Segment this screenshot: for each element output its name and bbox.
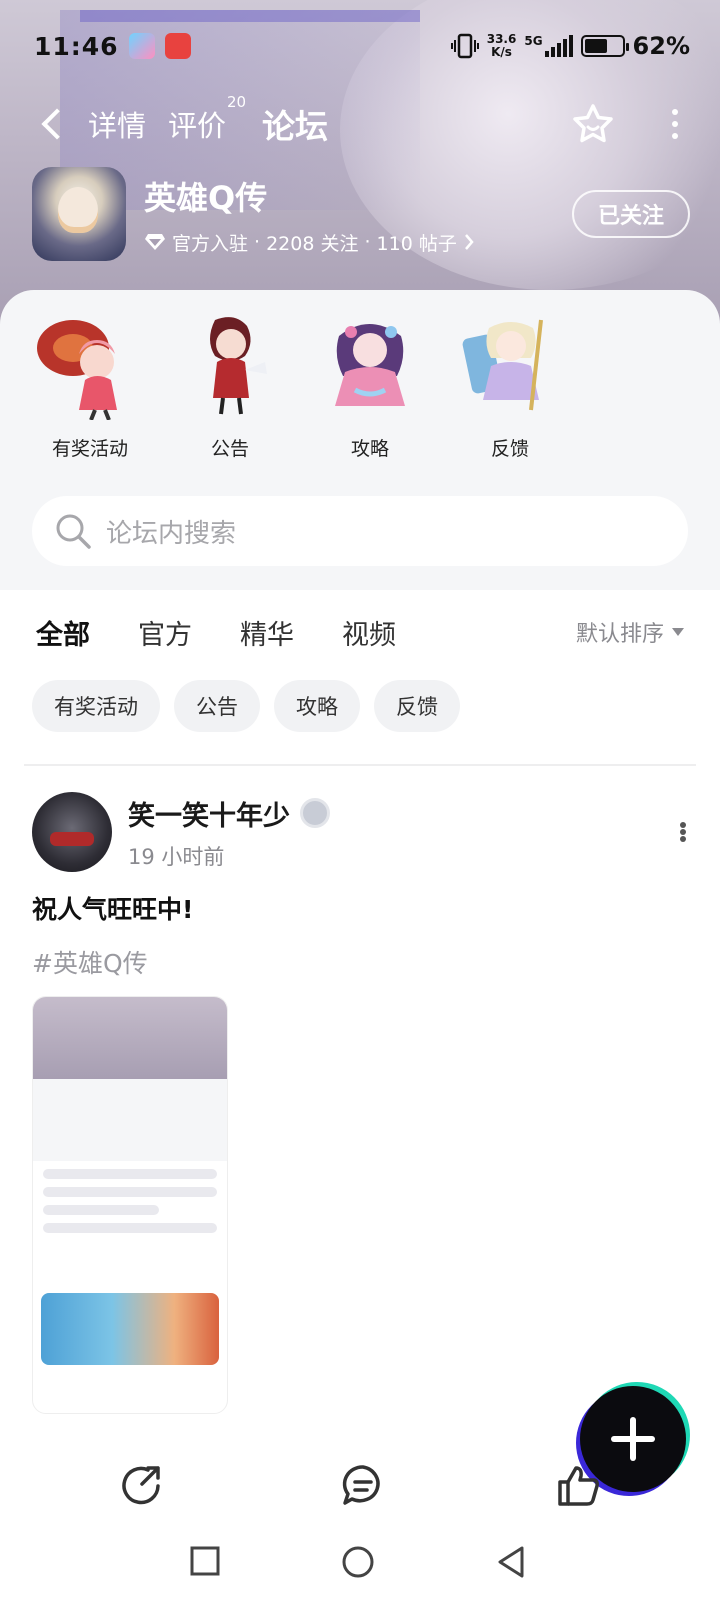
forum-panel: 有奖活动 公告 攻略 反馈 论坛内搜索 (0, 290, 720, 590)
separator: · (254, 231, 261, 253)
system-nav-bar (0, 1544, 720, 1594)
banner-frame (80, 10, 420, 22)
reviews-count-badge: 20 (226, 93, 247, 111)
post-image[interactable] (32, 996, 228, 1414)
post-image-row (43, 1223, 217, 1233)
category-label: 攻略 (350, 438, 389, 460)
game-meta: 英雄Q传 官方入驻 · 2208 关注 · 110 帖子 (144, 173, 475, 256)
game-icon[interactable] (32, 167, 126, 261)
category-label: 公告 (210, 438, 249, 460)
post-header: 笑一笑十年少 19 小时前 (32, 792, 688, 872)
tab-reviews[interactable]: 评价 20 (168, 93, 246, 145)
game-title: 英雄Q传 (144, 178, 268, 217)
post-content: 祝人气旺旺中! (32, 895, 194, 924)
follow-count: 2208 关注 (266, 232, 359, 255)
author-name-text: 笑一笑十年少 (128, 800, 290, 832)
chip-guide[interactable]: 攻略 (274, 680, 360, 732)
like-icon[interactable] (556, 1462, 602, 1508)
post-count: 110 帖子 (376, 232, 457, 255)
chip-feedback[interactable]: 反馈 (374, 680, 460, 732)
post-time: 19 小时前 (128, 844, 225, 869)
filter-tab-all[interactable]: 全部 (36, 613, 90, 656)
game-info: 英雄Q传 官方入驻 · 2208 关注 · 110 帖子 已关注 (32, 166, 690, 262)
followed-button[interactable]: 已关注 (572, 190, 690, 238)
filter-tab-video[interactable]: 视频 (342, 613, 396, 652)
separator: · (364, 231, 371, 253)
post-hashtag[interactable]: #英雄Q传 (32, 944, 688, 980)
signal-icon (544, 35, 573, 57)
user-level-badge-icon (300, 798, 330, 828)
network-type: 5G (524, 34, 543, 48)
more-menu-icon[interactable] (670, 109, 680, 139)
battery-fill (584, 39, 607, 53)
category-item-activity[interactable]: 有奖活动 (20, 310, 160, 461)
filter-tab-official[interactable]: 官方 (138, 613, 192, 652)
game-center-icon (128, 33, 155, 59)
character-staff-icon (462, 319, 543, 411)
sort-dropdown[interactable]: 默认排序 (576, 616, 684, 648)
official-label: 官方入驻 (172, 232, 249, 255)
post-image-panel (33, 1079, 227, 1161)
app-notification-icon (164, 33, 191, 59)
search-icon (56, 514, 91, 549)
vibrate-icon (450, 33, 479, 59)
category-label: 反馈 (490, 438, 529, 460)
recent-apps-icon[interactable] (188, 1544, 222, 1578)
tab-reviews-label: 评价 (168, 109, 227, 143)
battery-icon (580, 35, 629, 57)
divider (24, 764, 696, 766)
category-label: 有奖活动 (51, 438, 128, 460)
caret-down-icon (672, 628, 684, 636)
post-more-icon[interactable] (680, 822, 688, 842)
share-icon[interactable] (118, 1462, 164, 1508)
chip-activity[interactable]: 有奖活动 (32, 680, 160, 732)
net-speed: 33.6 K/s (487, 33, 517, 59)
top-nav: 详情 评价 20 论坛 (36, 93, 680, 150)
post-filter-tabs: 全部 官方 精华 视频 默认排序 (36, 610, 684, 656)
post-card[interactable]: 笑一笑十年少 19 小时前 祝人气旺旺中! #英雄Q传 (32, 792, 688, 980)
character-red-umbrella-icon (37, 320, 117, 420)
filter-tab-featured[interactable]: 精华 (240, 613, 294, 652)
status-right: 33.6 K/s 5G 62% (450, 32, 690, 60)
search-input[interactable]: 论坛内搜索 (106, 513, 236, 550)
author-info: 笑一笑十年少 19 小时前 (128, 794, 330, 871)
back-icon[interactable] (36, 104, 66, 144)
post-image-row (43, 1187, 217, 1197)
post-image-row (43, 1205, 160, 1215)
favorite-star-icon[interactable] (570, 101, 616, 147)
tab-forum[interactable]: 论坛 (262, 100, 329, 150)
forum-search-bar[interactable]: 论坛内搜索 (32, 496, 688, 566)
avatar[interactable] (32, 792, 112, 872)
home-icon[interactable] (340, 1544, 376, 1580)
author-name[interactable]: 笑一笑十年少 (128, 794, 330, 833)
tab-details[interactable]: 详情 (88, 103, 146, 145)
comment-icon[interactable] (340, 1462, 386, 1508)
character-flower-icon (335, 324, 405, 406)
category-item-feedback[interactable]: 反馈 (440, 310, 580, 461)
post-image-header (33, 997, 227, 1079)
status-bar: 11:46 33.6 K/s 5G 62% (34, 28, 690, 64)
topic-chips: 有奖活动 公告 攻略 反馈 (32, 680, 460, 732)
back-nav-icon[interactable] (494, 1544, 528, 1580)
game-stats[interactable]: 官方入驻 · 2208 关注 · 110 帖子 (144, 229, 475, 256)
category-item-notice[interactable]: 公告 (160, 310, 300, 461)
category-item-guide[interactable]: 攻略 (300, 310, 440, 461)
post-image-row (43, 1169, 217, 1179)
post-action-bar (0, 1450, 720, 1520)
category-list: 有奖活动 公告 攻略 反馈 (20, 310, 580, 461)
status-time: 11:46 (34, 31, 119, 61)
net-speed-unit: K/s (491, 45, 512, 59)
chevron-right-icon (464, 234, 474, 250)
chip-notice[interactable]: 公告 (174, 680, 260, 732)
diamond-icon (145, 234, 165, 250)
sort-label: 默认排序 (575, 622, 664, 647)
character-fan-icon (210, 317, 267, 415)
battery-text: 62% (632, 32, 690, 60)
post-image-banner (41, 1293, 219, 1365)
signal: 5G (524, 34, 573, 57)
